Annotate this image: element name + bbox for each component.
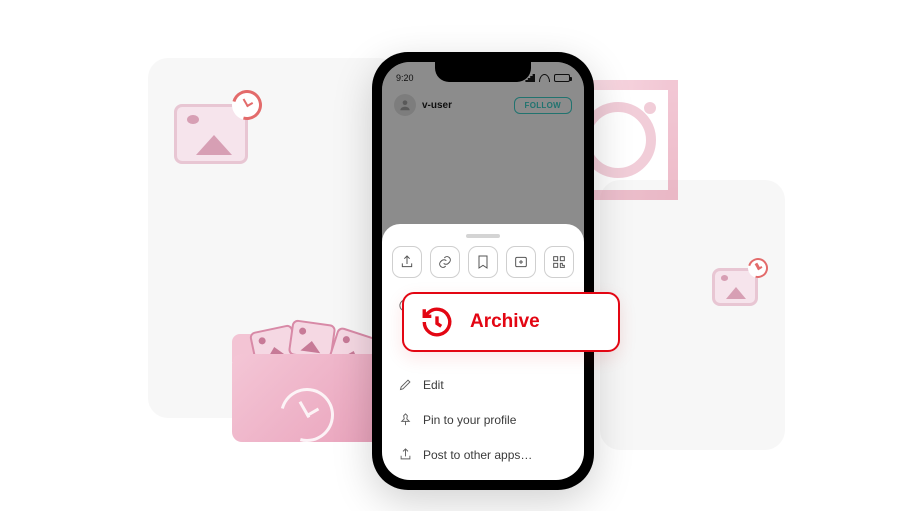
menu-pin[interactable]: Pin to your profile <box>396 402 570 437</box>
menu-label: Post to other apps… <box>423 448 532 462</box>
remix-icon[interactable] <box>506 246 536 278</box>
photo-history-icon-small <box>712 268 758 306</box>
qr-icon[interactable] <box>544 246 574 278</box>
share-icon[interactable] <box>392 246 422 278</box>
pin-icon <box>398 412 413 427</box>
phone-notch <box>435 62 531 82</box>
menu-label: Edit <box>423 378 444 392</box>
archive-callout[interactable]: Archive <box>402 292 620 352</box>
menu-label: Pin to your profile <box>423 413 516 427</box>
link-icon[interactable] <box>430 246 460 278</box>
sheet-grabber[interactable] <box>466 234 500 238</box>
bg-card-right <box>600 180 785 450</box>
phone-screen: 9:20 v-user FOLLOW <box>382 62 584 480</box>
folder-history-icon <box>232 322 382 442</box>
menu-edit[interactable]: Edit <box>396 367 570 402</box>
photo-history-icon <box>174 104 248 164</box>
action-sheet: Turn off remixing Edit Pin to your profi… <box>382 224 584 480</box>
history-icon <box>420 305 454 339</box>
sheet-icon-row <box>382 246 584 288</box>
pencil-icon <box>398 377 413 392</box>
share-up-icon <box>398 447 413 462</box>
menu-post-other-apps[interactable]: Post to other apps… <box>396 437 570 472</box>
bookmark-icon[interactable] <box>468 246 498 278</box>
phone-frame: 9:20 v-user FOLLOW <box>372 52 594 490</box>
archive-label: Archive <box>470 311 540 333</box>
